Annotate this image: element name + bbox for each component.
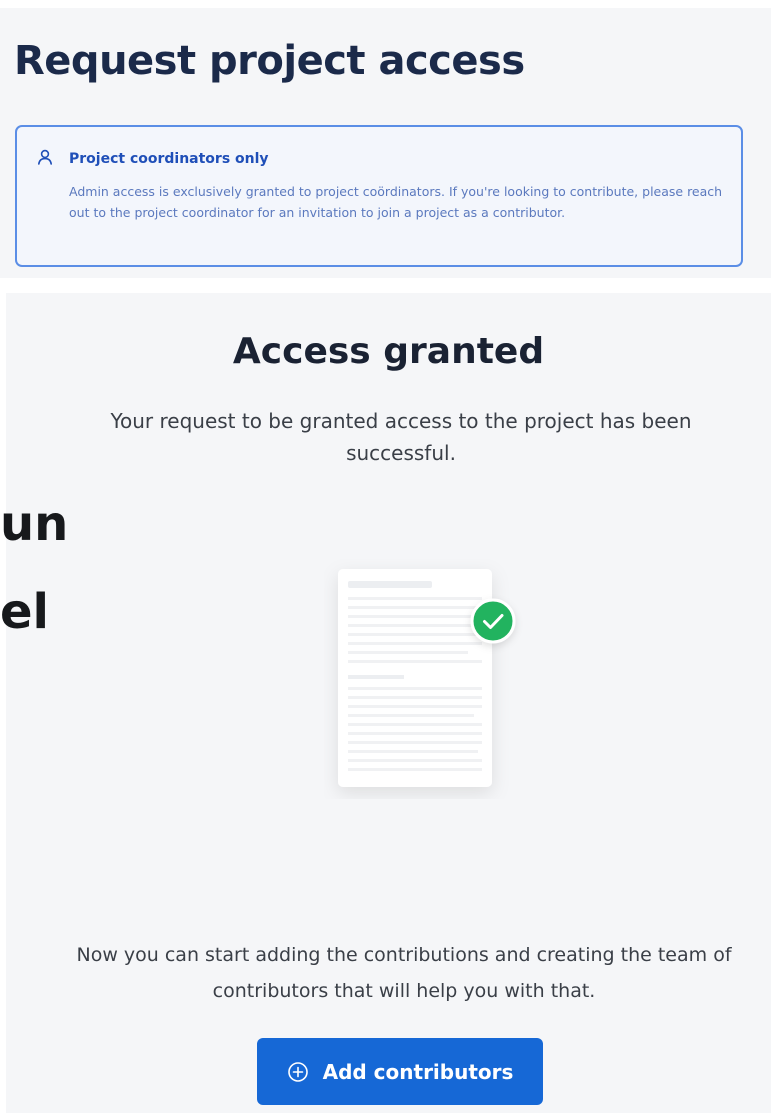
next-steps-message: Now you can start adding the contributio… bbox=[76, 944, 732, 1002]
app-screen: Request project access Project coordinat… bbox=[0, 0, 771, 1113]
notice-title: Project coordinators only bbox=[69, 151, 269, 167]
user-icon bbox=[37, 149, 53, 165]
background-text-fragment: un bbox=[0, 496, 69, 552]
add-contributors-label: Add contributors bbox=[322, 1059, 514, 1084]
access-granted-panel: Access granted Your request to be grante… bbox=[6, 293, 771, 1113]
background-text-fragment: el bbox=[0, 584, 50, 640]
page-title: Request project access bbox=[14, 38, 525, 84]
plus-circle-icon bbox=[287, 1061, 309, 1083]
add-contributors-button[interactable]: Add contributors bbox=[257, 1038, 543, 1105]
coordinators-notice: Project coordinators only Admin access i… bbox=[15, 125, 743, 267]
request-access-panel: Request project access Project coordinat… bbox=[0, 8, 771, 278]
success-title: Access granted bbox=[232, 331, 545, 372]
document-check-icon bbox=[324, 559, 524, 799]
success-message: Your request to be granted access to the… bbox=[110, 409, 692, 465]
notice-body: Admin access is exclusively granted to p… bbox=[69, 184, 723, 220]
